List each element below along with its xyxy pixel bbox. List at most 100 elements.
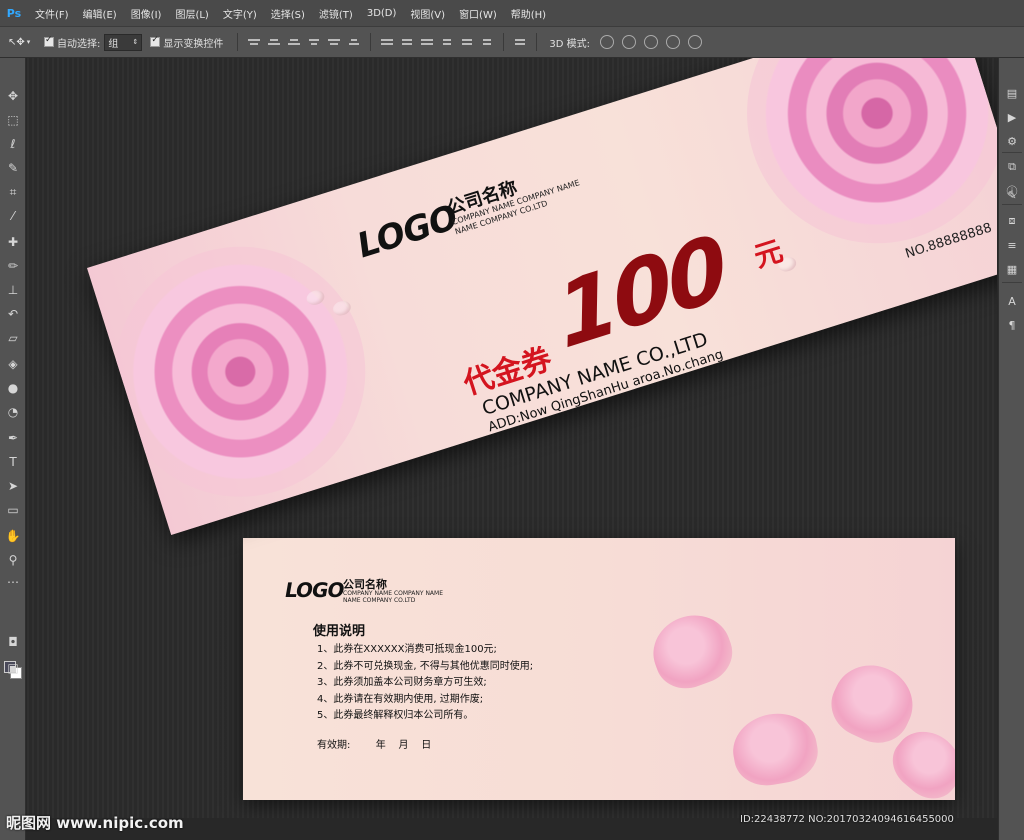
menu-file[interactable]: 文件(F) [28, 6, 76, 21]
usage-rule: 3、此券须加盖本公司财务章方可生效; [317, 677, 487, 688]
styles-panel-icon[interactable]: ▦ [1003, 260, 1021, 278]
show-transform-label: 显示变换控件 [163, 38, 224, 50]
menu-window[interactable]: 窗口(W) [452, 6, 504, 21]
validity-line: 有效期: 年 月 日 [317, 740, 432, 751]
character-panel-icon[interactable]: A [1003, 292, 1021, 310]
menu-3d[interactable]: 3D(D) [360, 8, 404, 19]
history-brush-tool-icon[interactable]: ↶ [3, 304, 23, 324]
usage-rule: 5、此券最终解释权归本公司所有。 [317, 710, 474, 721]
distribute-left-icon[interactable] [440, 35, 454, 49]
type-tool-icon[interactable]: T [3, 452, 23, 472]
tool-preset-picker[interactable]: ↖✥ ▾ [8, 37, 44, 48]
scale-3d-icon[interactable] [688, 35, 702, 49]
align-top-icon[interactable] [247, 35, 261, 49]
tool-presets-icon[interactable]: ⚙ [1003, 132, 1021, 150]
screen-mode-icon[interactable]: ▣ [3, 658, 23, 678]
zoom-tool-icon[interactable]: ⚲ [3, 550, 23, 570]
hand-tool-icon[interactable]: ✋ [3, 526, 23, 546]
move-tool-icon[interactable]: ✥ [3, 86, 23, 106]
marquee-tool-icon[interactable]: ⬚ [3, 110, 23, 130]
orbit-3d-icon[interactable] [600, 35, 614, 49]
align-hcenter-icon[interactable] [327, 35, 341, 49]
chevron-down-icon: ▾ [26, 38, 31, 46]
align-right-icon[interactable] [347, 35, 361, 49]
menu-bar: Ps 文件(F) 编辑(E) 图像(I) 图层(L) 文字(Y) 选择(S) 滤… [0, 0, 1024, 26]
brush-panel-icon[interactable]: ✎ [1003, 186, 1021, 204]
rectangle-tool-icon[interactable]: ▭ [3, 500, 23, 520]
right-panel-dock: ▤ ▶ ⚙ ⧉ ⓘ ✎ ⧈ ≡ ▦ A ¶ [998, 58, 1024, 840]
layer-comps-icon[interactable]: ⧉ [1003, 158, 1021, 176]
auto-select-option[interactable]: 自动选择: 组 ⇕ [44, 33, 143, 51]
menu-type[interactable]: 文字(Y) [216, 6, 264, 21]
auto-select-value: 组 [108, 38, 119, 50]
menu-edit[interactable]: 编辑(E) [76, 6, 124, 21]
crop-tool-icon[interactable]: ⌗ [3, 182, 23, 202]
watermark-site: 昵图网 www.nipic.com [6, 814, 184, 832]
eyedropper-tool-icon[interactable]: ⁄ [3, 206, 23, 226]
photoshop-logo: Ps [6, 6, 22, 20]
mode3d-label: 3D 模式: [549, 38, 590, 50]
back-company-en-line1: COMPANY NAME COMPANY NAME [343, 590, 444, 597]
healing-brush-tool-icon[interactable]: ✚ [3, 232, 23, 252]
distribute-hcenter-icon[interactable] [460, 35, 474, 49]
show-transform-checkbox[interactable] [150, 35, 161, 47]
usage-heading: 使用说明 [313, 624, 366, 639]
watermark-id: ID:22438772 NO:20170324094616455000 [740, 814, 954, 825]
slide-3d-icon[interactable] [666, 35, 680, 49]
auto-select-dropdown[interactable]: 组 ⇕ [104, 33, 143, 51]
eraser-tool-icon[interactable]: ▱ [3, 328, 23, 348]
path-select-tool-icon[interactable]: ➤ [3, 476, 23, 496]
back-logo: LOGO [282, 578, 346, 602]
divider [237, 33, 239, 51]
divider [503, 33, 505, 51]
pen-tool-icon[interactable]: ✒ [3, 428, 23, 448]
divider [370, 33, 372, 51]
menu-help[interactable]: 帮助(H) [504, 6, 553, 21]
pan-3d-icon[interactable] [644, 35, 658, 49]
auto-align-icon[interactable] [513, 35, 527, 49]
distribute-top-icon[interactable] [380, 35, 394, 49]
chevron-updown-icon: ⇕ [132, 38, 139, 46]
distribute-bottom-icon[interactable] [420, 35, 434, 49]
usage-rule: 1、此券在XXXXXX消费可抵现金100元; [317, 644, 497, 655]
clone-source-icon[interactable]: ⧈ [1003, 212, 1021, 230]
align-bottom-icon[interactable] [287, 35, 301, 49]
menu-filter[interactable]: 滤镜(T) [312, 6, 360, 21]
blur-tool-icon[interactable]: ● [3, 378, 23, 398]
menu-select[interactable]: 选择(S) [264, 6, 312, 21]
more-tools-icon[interactable]: ⋯ [3, 572, 23, 592]
dodge-tool-icon[interactable]: ◔ [3, 402, 23, 422]
paint-bucket-tool-icon[interactable]: ◈ [3, 354, 23, 374]
clone-stamp-tool-icon[interactable]: ⊥ [3, 280, 23, 300]
divider [536, 33, 538, 51]
brush-tool-icon[interactable]: ✏ [3, 256, 23, 276]
menu-view[interactable]: 视图(V) [403, 6, 452, 21]
auto-select-checkbox[interactable] [44, 35, 54, 47]
lasso-tool-icon[interactable]: ℓ [3, 134, 23, 154]
options-bar: ↖✥ ▾ 自动选择: 组 ⇕ 显示变换控件 3D 模式: [0, 26, 1024, 58]
distribute-right-icon[interactable] [480, 35, 494, 49]
quick-mask-icon[interactable]: ◘ [3, 632, 23, 652]
divider [1002, 152, 1022, 153]
front-logo: LOGO [355, 196, 459, 268]
usage-rule: 2、此券不可兑换现金, 不得与其他优惠同时使用; [317, 660, 534, 672]
menu-layer[interactable]: 图层(L) [168, 6, 215, 21]
show-transform-option[interactable]: 显示变换控件 [150, 35, 223, 50]
align-left-icon[interactable] [307, 35, 321, 49]
auto-select-label: 自动选择: [57, 38, 101, 50]
back-company-en-line2: NAME COMPANY CO.LTD [343, 597, 416, 604]
quick-select-tool-icon[interactable]: ✎ [3, 158, 23, 178]
history-panel-icon[interactable]: ▤ [1003, 84, 1021, 102]
divider [1002, 282, 1022, 283]
adjustments-icon[interactable]: ≡ [1003, 236, 1021, 254]
paragraph-panel-icon[interactable]: ¶ [1003, 316, 1021, 334]
distribute-vcenter-icon[interactable] [400, 35, 414, 49]
usage-rule: 4、此券请在有效期内使用, 过期作废; [317, 693, 484, 705]
menu-image[interactable]: 图像(I) [124, 6, 169, 21]
align-vcenter-icon[interactable] [267, 35, 281, 49]
roll-3d-icon[interactable] [622, 35, 636, 49]
actions-panel-icon[interactable]: ▶ [1003, 108, 1021, 126]
voucher-front: LOGO 公司名称 COMPANY NAME COMPANY NAME NAME… [87, 58, 997, 536]
document-canvas[interactable]: LOGO 公司名称 COMPANY NAME COMPANY NAME NAME… [27, 58, 997, 818]
left-toolbar: ✥ ⬚ ℓ ✎ ⌗ ⁄ ✚ ✏ ⊥ ↶ ▱ ◈ ● ◔ ✒ T ➤ ▭ ✋ ⚲ … [0, 58, 26, 840]
